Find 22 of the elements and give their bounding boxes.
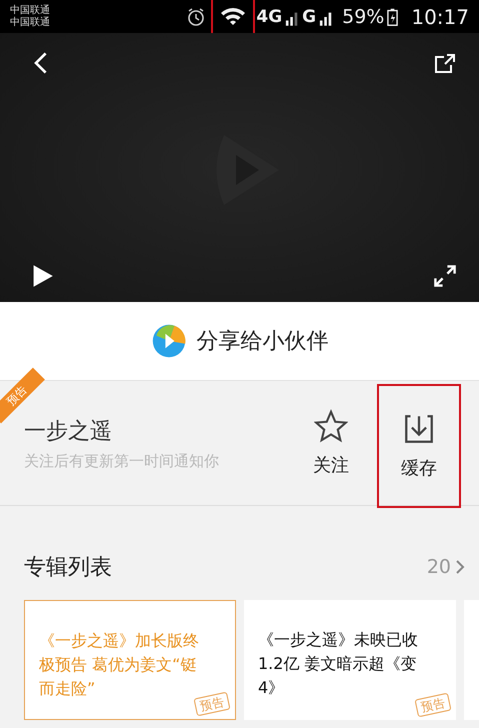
battery-percent: 59% — [342, 6, 384, 28]
preview-badge: 预告 — [194, 692, 230, 716]
fullscreen-icon[interactable] — [433, 264, 457, 288]
section-title: 专辑列表 — [24, 554, 112, 582]
video-card[interactable]: 《一步之遥》未映已收1.2亿 姜文暗示超《变4》 预告 — [244, 600, 456, 720]
carrier-name: 中国联通 — [10, 16, 50, 28]
preview-badge: 预告 — [414, 692, 452, 718]
star-icon — [314, 409, 348, 443]
battery-icon — [387, 6, 398, 26]
share-button[interactable]: 分享给小伙伴 — [196, 326, 328, 356]
network-label: 4G — [256, 6, 282, 26]
show-subtitle: 关注后有更新第一时间通知你 — [24, 452, 220, 470]
follow-button[interactable]: 关注 — [305, 381, 357, 505]
share-icon[interactable] — [433, 51, 457, 75]
carrier-name: 中国联通 — [10, 4, 50, 16]
play-logo-icon — [150, 323, 186, 359]
network-label: G — [302, 6, 316, 26]
download-icon — [402, 412, 436, 446]
download-button[interactable]: 缓存 — [377, 384, 461, 508]
chevron-icon — [455, 559, 465, 575]
alarm-icon — [186, 6, 206, 26]
clock-time: 10:17 — [411, 4, 469, 28]
